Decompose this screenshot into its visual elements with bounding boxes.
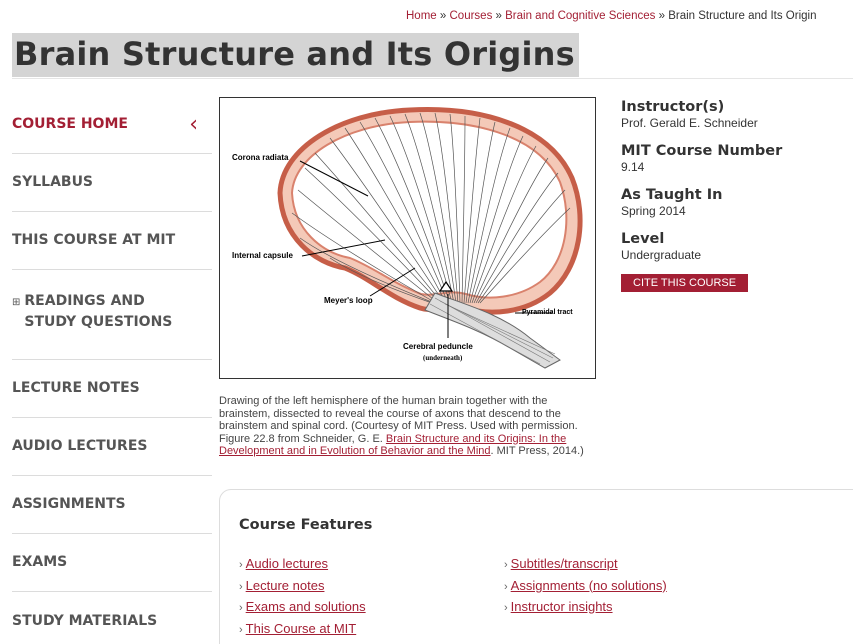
feature-item: › Audio lectures bbox=[239, 554, 366, 576]
bullet-arrow-icon: › bbox=[504, 580, 508, 593]
sidebar-item-label: STUDY MATERIALS bbox=[12, 612, 158, 629]
breadcrumb-separator: » bbox=[658, 10, 665, 22]
feature-item: › Instructor insights bbox=[504, 597, 667, 619]
brain-diagram-image: Corona radiata Internal capsule Meyer's … bbox=[219, 97, 596, 379]
feature-item: › Exams and solutions bbox=[239, 597, 366, 619]
feature-link-exams[interactable]: Exams and solutions bbox=[246, 599, 366, 614]
bullet-arrow-icon: › bbox=[239, 580, 243, 593]
sidebar-item-label-line2: STUDY QUESTIONS bbox=[24, 314, 173, 330]
feature-item: › Assignments (no solutions) bbox=[504, 576, 667, 598]
course-nav-sidebar: COURSE HOME ‹ SYLLABUS THIS COURSE AT MI… bbox=[12, 96, 212, 644]
bullet-arrow-icon: › bbox=[504, 559, 508, 571]
feature-item: › Subtitles/transcript bbox=[504, 554, 667, 576]
feature-link-assignments[interactable]: Assignments (no solutions) bbox=[511, 578, 667, 593]
sidebar-item-label: SYLLABUS bbox=[12, 174, 94, 190]
sidebar-item-label: LECTURE NOTES bbox=[12, 380, 140, 396]
label-cerebral-peduncle: Cerebral peduncle bbox=[403, 342, 473, 351]
bullet-arrow-icon: › bbox=[239, 602, 243, 614]
taught-in-value: Spring 2014 bbox=[621, 204, 686, 218]
caption-tail: . MIT Press, 2014.) bbox=[490, 445, 584, 457]
sidebar-item-audio-lectures[interactable]: AUDIO LECTURES bbox=[12, 418, 212, 476]
course-features-title: Course Features bbox=[239, 517, 373, 533]
breadcrumb-courses-link[interactable]: Courses bbox=[450, 10, 493, 22]
sidebar-item-label: THIS COURSE AT MIT bbox=[12, 232, 176, 248]
sidebar-item-label: COURSE HOME bbox=[12, 116, 128, 132]
course-info-panel: Instructor(s) Prof. Gerald E. Schneider … bbox=[621, 99, 851, 292]
label-internal-capsule: Internal capsule bbox=[232, 251, 293, 260]
title-divider bbox=[12, 78, 853, 79]
feature-link-lecture-notes[interactable]: Lecture notes bbox=[246, 578, 325, 593]
feature-item: › This Course at MIT bbox=[239, 619, 366, 641]
sidebar-item-study-materials[interactable]: STUDY MATERIALS bbox=[12, 592, 212, 644]
breadcrumb-department-link[interactable]: Brain and Cognitive Sciences bbox=[505, 10, 655, 22]
sidebar-item-exams[interactable]: EXAMS bbox=[12, 534, 212, 592]
sidebar-item-course-home[interactable]: COURSE HOME ‹ bbox=[12, 96, 212, 154]
breadcrumb-separator: » bbox=[495, 10, 502, 22]
features-column-1: › Audio lectures › Lecture notes › Exams an… bbox=[239, 554, 366, 640]
sidebar-item-lecture-notes[interactable]: LECTURE NOTES bbox=[12, 360, 212, 418]
breadcrumb-current: Brain Structure and Its Origin bbox=[668, 10, 817, 22]
bullet-arrow-icon: › bbox=[504, 602, 508, 614]
sidebar-item-label: AUDIO LECTURES bbox=[12, 438, 148, 454]
sidebar-item-label: EXAMS bbox=[12, 554, 68, 570]
feature-link-this-course-at-mit[interactable]: This Course at MIT bbox=[246, 621, 357, 636]
chevron-left-icon: ‹ bbox=[189, 112, 198, 137]
instructor-heading: Instructor(s) bbox=[621, 99, 725, 115]
course-number-value: 9.14 bbox=[621, 160, 645, 174]
figure-caption: Drawing of the left hemisphere of the hu… bbox=[219, 395, 601, 458]
feature-item: › Lecture notes bbox=[239, 576, 366, 598]
feature-link-audio-lectures[interactable]: Audio lectures bbox=[246, 556, 328, 571]
page-title: Brain Structure and Its Origins bbox=[14, 35, 575, 73]
breadcrumb-separator: » bbox=[439, 10, 447, 22]
label-corona-radiata: Corona radiata bbox=[232, 153, 289, 162]
features-column-2: › Subtitles/transcript › Assignments (no s… bbox=[504, 554, 667, 619]
label-underneath: (underneath) bbox=[423, 354, 463, 362]
bullet-arrow-icon: › bbox=[239, 559, 243, 571]
breadcrumb-home-link[interactable]: Home bbox=[406, 10, 437, 22]
sidebar-item-label: ASSIGNMENTS bbox=[12, 496, 126, 512]
sidebar-item-label-line1: READINGS AND bbox=[24, 293, 145, 309]
cite-this-course-button[interactable]: CITE THIS COURSE bbox=[621, 274, 749, 292]
sidebar-item-syllabus[interactable]: SYLLABUS bbox=[12, 154, 212, 212]
breadcrumb: Home » Courses » Brain and Cognitive Sci… bbox=[406, 10, 816, 22]
course-features-panel: Course Features › Audio lectures › Lecture… bbox=[219, 489, 853, 644]
expand-plus-icon[interactable]: ⊞ bbox=[12, 292, 20, 333]
sidebar-item-assignments[interactable]: ASSIGNMENTS bbox=[12, 476, 212, 534]
page-title-highlight: Brain Structure and Its Origins bbox=[12, 33, 579, 77]
brain-illustration: Corona radiata Internal capsule Meyer's … bbox=[232, 107, 583, 369]
course-number-heading: MIT Course Number bbox=[621, 143, 783, 159]
sidebar-item-label: ⊞ READINGS AND STUDY QUESTIONS bbox=[12, 291, 172, 333]
sidebar-item-readings[interactable]: ⊞ READINGS AND STUDY QUESTIONS bbox=[12, 270, 212, 360]
feature-link-instructor-insights[interactable]: Instructor insights bbox=[511, 599, 613, 614]
instructor-value: Prof. Gerald E. Schneider bbox=[621, 116, 758, 130]
sidebar-item-this-course-at-mit[interactable]: THIS COURSE AT MIT bbox=[12, 212, 212, 270]
feature-link-subtitles[interactable]: Subtitles/transcript bbox=[511, 556, 618, 571]
level-value: Undergraduate bbox=[621, 248, 702, 262]
taught-in-heading: As Taught In bbox=[621, 187, 723, 203]
label-pyramidal-tract: Pyramidal tract bbox=[522, 309, 573, 316]
label-meyers-loop: Meyer's loop bbox=[324, 296, 373, 305]
level-heading: Level bbox=[621, 231, 665, 247]
bullet-arrow-icon: › bbox=[239, 623, 243, 636]
